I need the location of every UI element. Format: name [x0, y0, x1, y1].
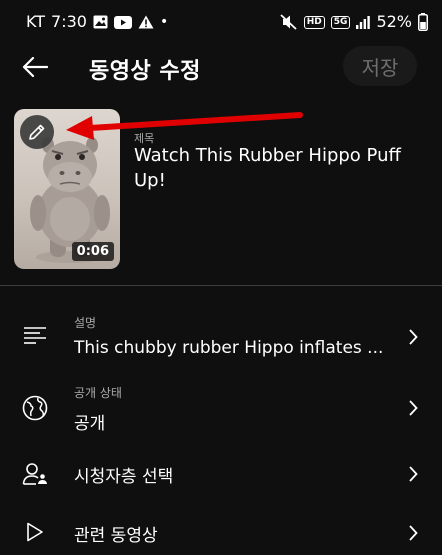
battery-percent: 52% — [376, 12, 412, 31]
gallery-icon — [93, 15, 108, 29]
app-header: 동영상 수정 저장 — [0, 44, 442, 90]
arrow-left-icon — [22, 56, 48, 78]
description-value: This chubby rubber Hippo inflates ... — [74, 338, 384, 358]
related-video-row[interactable]: 관련 동영상 — [0, 510, 442, 555]
battery-icon — [418, 13, 428, 31]
pencil-icon — [29, 124, 45, 140]
chevron-right-icon — [403, 523, 423, 543]
signal-icon — [356, 15, 371, 29]
audience-value: 시청자층 선택 — [74, 467, 174, 487]
section-divider — [0, 285, 442, 286]
chevron-right-icon — [403, 327, 423, 347]
edit-thumbnail-button[interactable] — [20, 115, 54, 149]
description-label: 설명 — [74, 316, 97, 330]
play-icon — [20, 517, 50, 547]
related-video-value: 관련 동영상 — [74, 526, 158, 546]
visibility-label: 공개 상태 — [74, 386, 122, 400]
save-button[interactable]: 저장 — [343, 46, 417, 86]
title-field[interactable]: Watch This Rubber Hippo Puff Up! — [134, 143, 424, 193]
notification-dot: • — [159, 14, 169, 30]
youtube-icon — [113, 15, 132, 29]
carrier-label: KT — [26, 12, 46, 31]
status-bar: KT 7:30 • HD 5G 52% — [0, 0, 442, 44]
duration-badge: 0:06 — [71, 242, 114, 261]
chevron-right-icon — [403, 398, 423, 418]
audience-row[interactable]: 시청자층 선택 — [0, 450, 442, 496]
mute-icon — [280, 14, 298, 30]
chevron-right-icon — [403, 464, 423, 484]
description-icon — [20, 320, 50, 350]
audience-person-icon — [20, 459, 50, 489]
back-button[interactable] — [20, 52, 50, 82]
description-row[interactable]: 설명 This chubby rubber Hippo inflates ... — [0, 310, 442, 366]
hd-badge-text: HD — [306, 16, 322, 27]
5g-badge-text: 5G — [333, 16, 348, 27]
clock: 7:30 — [51, 12, 87, 31]
warning-icon — [138, 15, 154, 29]
visibility-value: 공개 — [74, 414, 106, 434]
hd-icon: HD — [303, 15, 325, 29]
visibility-row[interactable]: 공개 상태 공개 — [0, 380, 442, 436]
globe-icon — [20, 393, 50, 423]
page-title: 동영상 수정 — [89, 59, 201, 84]
video-thumbnail[interactable]: 0:06 — [14, 109, 120, 269]
5g-icon: 5G — [330, 15, 351, 29]
